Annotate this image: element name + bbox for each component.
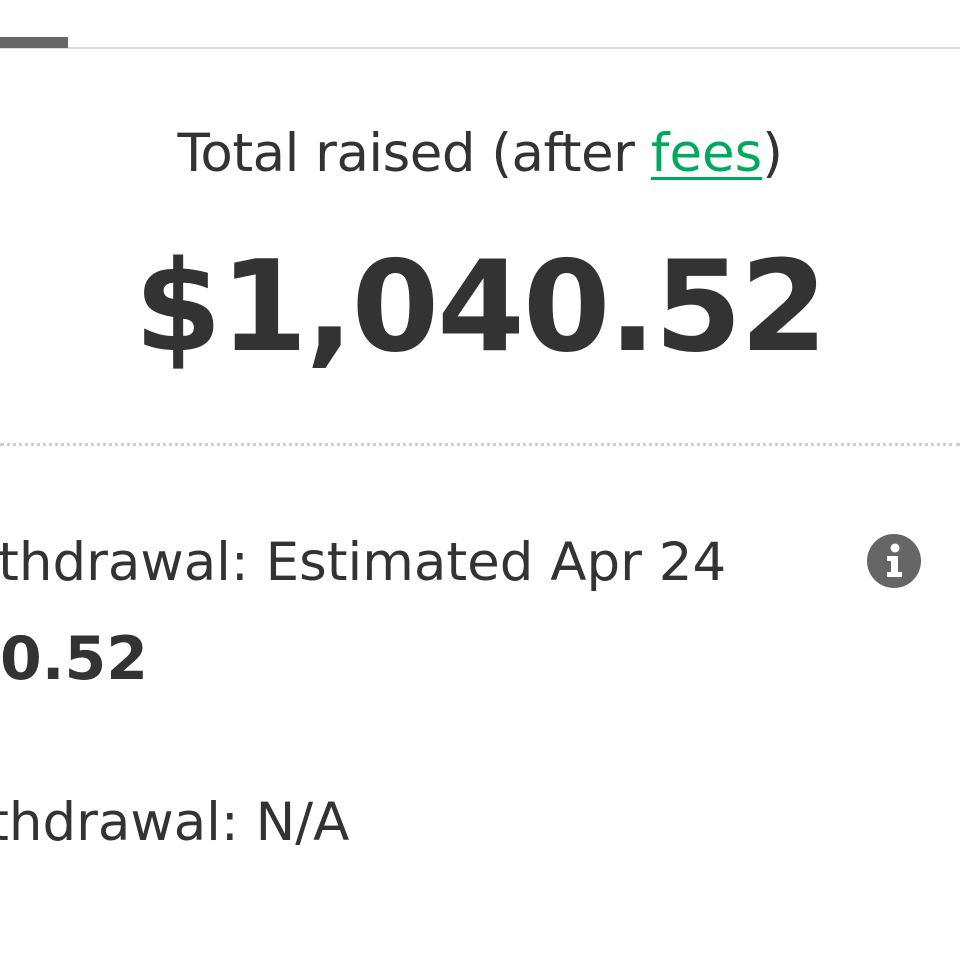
total-raised-label-suffix: )	[762, 123, 783, 184]
total-raised-label: Total raised (after fees)	[0, 118, 960, 190]
last-withdrawal-label: withdrawal: N/A	[0, 792, 350, 853]
next-withdrawal-amount-value: 0.52	[0, 624, 149, 694]
tab-bar-divider	[0, 47, 960, 49]
section-divider	[0, 443, 960, 446]
next-withdrawal-label: withdrawal: Estimated Apr 24	[0, 532, 727, 593]
total-raised-label-prefix: Total raised (after	[177, 123, 651, 184]
tab-bar	[0, 0, 960, 52]
info-icon[interactable]	[866, 533, 922, 589]
total-raised-amount: $1,040.52	[134, 233, 827, 380]
active-tab-indicator[interactable]	[0, 37, 68, 48]
page: Total raised (after fees) $1,040.52 with…	[0, 0, 960, 960]
fees-link[interactable]: fees	[651, 123, 763, 184]
